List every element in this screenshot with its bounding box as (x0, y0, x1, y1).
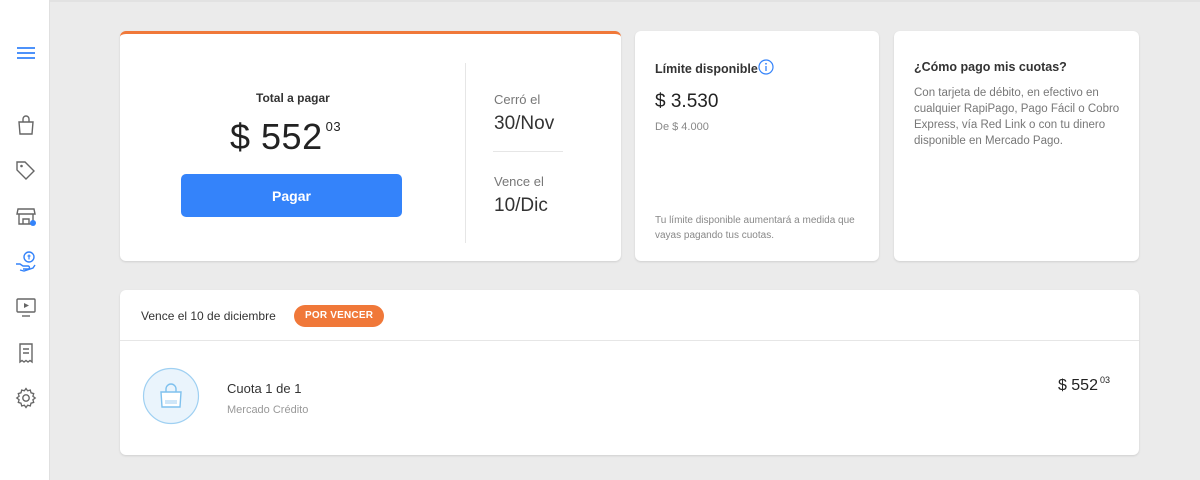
total-integer: $ 552 (230, 116, 323, 157)
total-amount: $ 552 03 (230, 116, 341, 158)
installment-due-text: Vence el 10 de diciembre (141, 309, 276, 323)
installment-cents: 03 (1099, 375, 1110, 385)
closed-date: 30/Nov (494, 113, 555, 134)
receipt-icon[interactable] (13, 340, 39, 366)
due-label: Vence el (494, 174, 544, 189)
shopping-bag-icon[interactable] (13, 112, 39, 138)
total-cents: 03 (325, 119, 342, 134)
pay-button[interactable]: Pagar (181, 174, 402, 217)
installment-name: Cuota 1 de 1 (227, 381, 302, 396)
gear-icon[interactable] (13, 385, 39, 411)
installment-amount: $ 552 03 (1057, 375, 1110, 395)
limit-amount: $ 3.530 (655, 91, 719, 112)
how-to-pay-card: ¿Cómo pago mis cuotas? Con tarjeta de dé… (894, 31, 1139, 261)
limit-title: Límite disponible (655, 62, 758, 76)
vertical-divider (465, 63, 466, 243)
limit-card: Límite disponible $ 3.530 De $ 4.000 Tu … (635, 31, 879, 261)
installment-card: Vence el 10 de diciembre POR VENCER Cuot… (120, 290, 1139, 455)
video-icon[interactable] (13, 294, 39, 320)
money-hand-icon[interactable] (13, 249, 39, 275)
how-to-pay-title: ¿Cómo pago mis cuotas? (914, 60, 1067, 74)
info-icon[interactable] (758, 59, 774, 75)
total-label: Total a pagar (256, 91, 330, 105)
installment-header: Vence el 10 de diciembre POR VENCER (120, 290, 1139, 341)
total-card: Total a pagar $ 552 03 Pagar Cerró el 30/… (120, 31, 621, 261)
limit-total: De $ 4.000 (655, 121, 709, 133)
shopping-bag-circle-icon (142, 367, 200, 425)
status-badge: POR VENCER (294, 305, 385, 327)
menu-icon[interactable] (13, 40, 39, 66)
horizontal-divider (493, 151, 563, 152)
limit-note: Tu límite disponible aumentará a medida … (655, 215, 855, 241)
closed-label: Cerró el (494, 92, 541, 107)
sidebar (0, 0, 50, 480)
how-to-pay-text: Con tarjeta de débito, en efectivo en cu… (914, 87, 1120, 147)
installment-lender: Mercado Crédito (227, 404, 309, 416)
installment-integer: $ 552 (1057, 377, 1098, 394)
top-border (50, 0, 1200, 2)
store-icon[interactable] (13, 203, 39, 229)
due-date: 10/Dic (494, 195, 548, 216)
tag-icon[interactable] (13, 157, 39, 183)
